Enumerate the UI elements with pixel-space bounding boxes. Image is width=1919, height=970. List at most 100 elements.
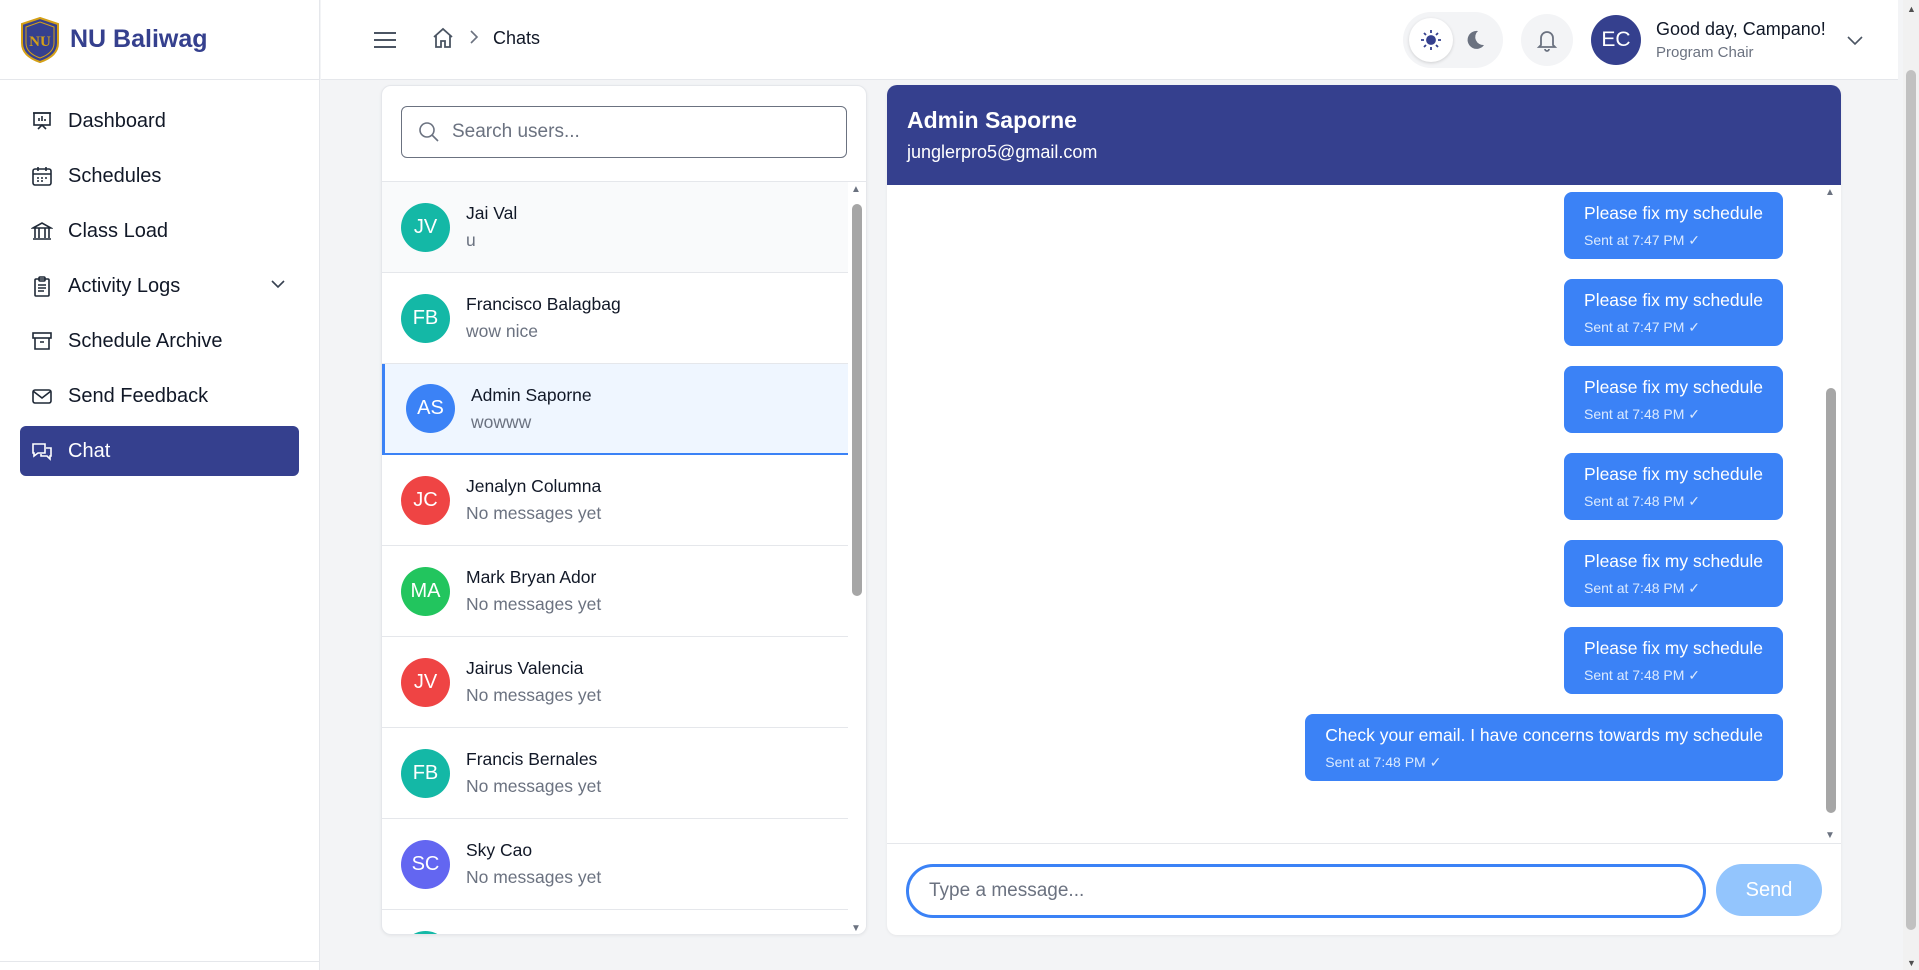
- message-bubble: Please fix my schedule Sent at 7:47 PM ✓: [1564, 192, 1783, 259]
- message-meta: Sent at 7:48 PM ✓: [1584, 667, 1701, 683]
- sidebar-item-label: Schedule Archive: [68, 329, 223, 352]
- avatar: SC: [401, 839, 450, 889]
- dashboard-icon: [30, 109, 54, 133]
- message-text: Please fix my schedule: [1584, 464, 1763, 484]
- scroll-up-icon[interactable]: ▲: [1907, 4, 1916, 14]
- sidebar-item-send-feedback[interactable]: Send Feedback: [20, 371, 299, 421]
- last-message: wow nice: [466, 321, 538, 341]
- list-item[interactable]: JV Jairus Valencia No messages yet: [382, 637, 848, 728]
- sidebar-item-label: Schedules: [68, 164, 162, 187]
- avatar: [401, 930, 450, 934]
- scroll-up-icon[interactable]: ▲: [1825, 187, 1835, 198]
- list-item[interactable]: MA Mark Bryan Ador No messages yet: [382, 546, 848, 637]
- dark-mode-button[interactable]: [1453, 18, 1497, 62]
- theme-toggle[interactable]: [1403, 12, 1503, 68]
- sidebar-nav: Dashboard Schedules Class Load Activity …: [0, 80, 319, 497]
- chat-contact-name: Admin Saporne: [907, 107, 1077, 133]
- message-meta: Sent at 7:47 PM ✓: [1584, 232, 1701, 248]
- sidebar-item-class-load[interactable]: Class Load: [20, 206, 299, 256]
- nu-logo-icon: NU: [21, 16, 59, 63]
- search-icon: [419, 122, 439, 142]
- menu-toggle-button[interactable]: [371, 26, 399, 54]
- message: Please fix my schedule Sent at 7:48 PM ✓: [887, 366, 1821, 433]
- sidebar: NU NU Baliwag Dashboard Schedules Class …: [0, 0, 320, 970]
- message-bubble: Please fix my schedule Sent at 7:48 PM ✓: [1564, 453, 1783, 520]
- user-list-scrollbar[interactable]: ▲ ▼: [848, 182, 866, 934]
- scrollbar-thumb[interactable]: [1826, 388, 1836, 813]
- scroll-down-icon[interactable]: ▼: [1825, 830, 1835, 841]
- last-message: No messages yet: [466, 594, 602, 614]
- sidebar-item-chat[interactable]: Chat: [20, 426, 299, 476]
- search-box: [401, 106, 847, 158]
- message-text: Please fix my schedule: [1584, 551, 1763, 571]
- avatar: JC: [401, 475, 450, 525]
- message-bubble: Check your email. I have concerns toward…: [1305, 714, 1783, 781]
- avatar: FB: [401, 293, 450, 343]
- breadcrumb: Chats: [431, 26, 540, 50]
- sidebar-item-label: Send Feedback: [68, 384, 209, 407]
- chevron-down-icon[interactable]: [269, 275, 287, 293]
- sidebar-item-label: Activity Logs: [68, 274, 181, 297]
- list-item[interactable]: [382, 910, 848, 934]
- scroll-down-icon[interactable]: ▼: [1907, 958, 1916, 968]
- scrollbar-thumb[interactable]: [852, 204, 862, 596]
- message-list: Please fix my schedule Sent at 7:47 PM ✓ …: [887, 185, 1821, 843]
- home-icon[interactable]: [431, 26, 455, 50]
- sidebar-item-label: Class Load: [68, 219, 169, 242]
- building-icon: [30, 219, 54, 243]
- archive-icon: [30, 329, 54, 353]
- page-scrollbar[interactable]: ▲ ▼: [1903, 0, 1919, 970]
- user-greeting: Good day, Campano!: [1656, 19, 1826, 39]
- avatar: JV: [401, 657, 450, 707]
- scroll-down-icon[interactable]: ▼: [851, 923, 861, 934]
- scrollbar-thumb[interactable]: [1906, 70, 1916, 930]
- list-item[interactable]: SC Sky Cao No messages yet: [382, 819, 848, 910]
- chat-header: Admin Saporne junglerpro5@gmail.com: [887, 85, 1841, 185]
- list-item-selected[interactable]: AS Admin Saporne wowww: [382, 364, 848, 455]
- bell-icon: [1536, 31, 1558, 52]
- sidebar-item-label: Dashboard: [68, 109, 166, 132]
- user-name: Francis Bernales: [466, 749, 598, 769]
- last-message: No messages yet: [466, 503, 602, 523]
- message-list-scrollbar[interactable]: ▲ ▼: [1821, 185, 1841, 843]
- scroll-up-icon[interactable]: ▲: [851, 184, 861, 195]
- list-item[interactable]: FB Francisco Balagbag wow nice: [382, 273, 848, 364]
- list-item[interactable]: FB Francis Bernales No messages yet: [382, 728, 848, 819]
- sidebar-item-schedules[interactable]: Schedules: [20, 151, 299, 201]
- message-bubble: Please fix my schedule Sent at 7:48 PM ✓: [1564, 540, 1783, 607]
- breadcrumb-chevron-icon: [469, 28, 479, 49]
- sidebar-item-activity-logs[interactable]: Activity Logs: [20, 261, 299, 311]
- message-input[interactable]: [906, 864, 1706, 918]
- user-name: Sky Cao: [466, 840, 533, 860]
- sidebar-item-schedule-archive[interactable]: Schedule Archive: [20, 316, 299, 366]
- list-item[interactable]: JC Jenalyn Columna No messages yet: [382, 455, 848, 546]
- mail-icon: [30, 384, 54, 408]
- search-input[interactable]: [452, 107, 832, 156]
- last-message: wowww: [471, 411, 532, 432]
- user-list: JV Jai Val u FB Francisco Balagbag wow nic…: [382, 182, 848, 934]
- message-bubble: Please fix my schedule Sent at 7:48 PM ✓: [1564, 366, 1783, 433]
- avatar[interactable]: EC: [1591, 15, 1641, 65]
- user-name: Francisco Balagbag: [466, 294, 621, 314]
- message: Check your email. I have concerns toward…: [887, 714, 1821, 781]
- message-text: Please fix my schedule: [1584, 290, 1763, 310]
- user-menu-chevron-icon[interactable]: [1845, 30, 1865, 50]
- moon-icon: [1467, 30, 1484, 49]
- chat-panel: Admin Saporne junglerpro5@gmail.com Plea…: [887, 85, 1841, 935]
- message-meta: Sent at 7:47 PM ✓: [1584, 319, 1701, 335]
- user-name: Jai Val: [466, 203, 518, 223]
- message-meta: Sent at 7:48 PM ✓: [1584, 406, 1701, 422]
- sidebar-divider: [0, 961, 319, 962]
- list-item[interactable]: JV Jai Val u: [382, 182, 848, 273]
- avatar: AS: [406, 384, 455, 433]
- last-message: No messages yet: [466, 685, 602, 705]
- light-mode-button[interactable]: [1409, 18, 1453, 62]
- message-composer: Send: [887, 843, 1841, 935]
- sidebar-item-dashboard[interactable]: Dashboard: [20, 96, 299, 146]
- message: Please fix my schedule Sent at 7:47 PM ✓: [887, 192, 1821, 259]
- avatar: MA: [401, 566, 450, 616]
- chat-icon: [30, 439, 54, 463]
- notifications-button[interactable]: [1521, 14, 1573, 66]
- send-button[interactable]: Send: [1716, 864, 1822, 916]
- svg-text:NU: NU: [29, 34, 51, 50]
